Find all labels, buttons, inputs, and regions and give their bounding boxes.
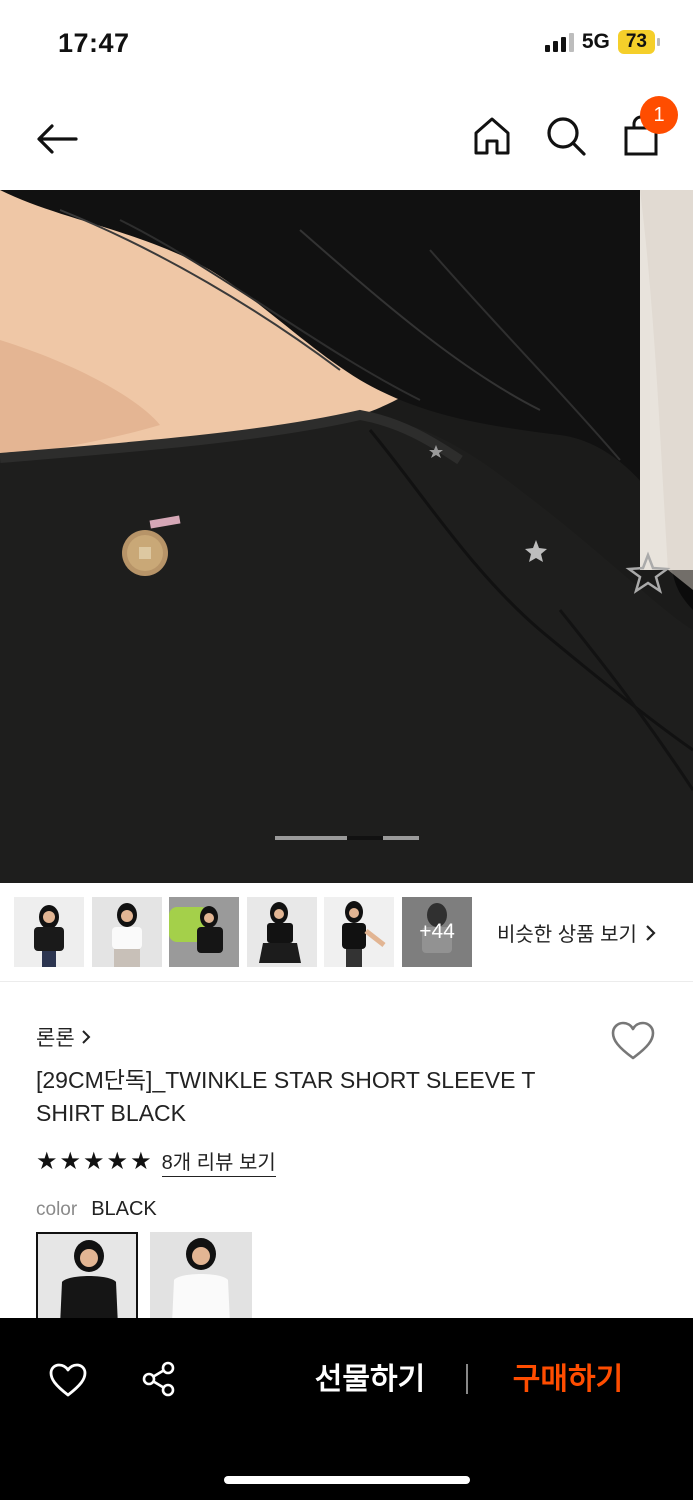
brand-name: 론론 bbox=[36, 1027, 75, 1050]
thumbnail[interactable] bbox=[247, 897, 317, 967]
thumbnail[interactable] bbox=[14, 897, 84, 967]
rating-stars: ★ ★ ★ ★ ★ bbox=[36, 1148, 152, 1176]
share-icon bbox=[142, 1361, 175, 1397]
color-swatch-black[interactable] bbox=[36, 1232, 138, 1324]
search-button[interactable] bbox=[544, 114, 588, 158]
star-icon: ★ bbox=[59, 1147, 82, 1175]
bottom-action-bar: 선물하기 구매하기 bbox=[0, 1318, 693, 1500]
product-title: [29CM단독]_TWINKLE STAR SHORT SLEEVE T SHI… bbox=[36, 1067, 536, 1126]
battery-indicator: 73 bbox=[617, 30, 661, 54]
signal-icon bbox=[544, 32, 574, 52]
thumbnail-more[interactable]: +44 bbox=[402, 897, 472, 967]
more-photos-count: +44 bbox=[402, 897, 472, 967]
gift-button[interactable]: 선물하기 bbox=[300, 1356, 440, 1404]
option-label: color bbox=[36, 1199, 78, 1220]
heart-icon bbox=[611, 1021, 655, 1060]
wishlist-bottom-button[interactable] bbox=[48, 1362, 88, 1398]
buy-button[interactable]: 구매하기 bbox=[498, 1356, 638, 1404]
review-link[interactable]: 8개 리뷰 보기 bbox=[161, 1146, 276, 1177]
star-icon: ★ bbox=[83, 1147, 105, 1175]
thumbnail[interactable] bbox=[324, 897, 394, 967]
option-value: BLACK bbox=[91, 1198, 157, 1220]
chevron-right-icon bbox=[646, 924, 656, 941]
search-icon bbox=[547, 117, 586, 156]
thumbnail-strip: +44 비슷한 상품 보기 bbox=[0, 884, 693, 982]
home-indicator bbox=[224, 1476, 470, 1484]
home-button[interactable] bbox=[470, 114, 514, 158]
divider bbox=[466, 1364, 468, 1394]
status-bar: 17:47 5G 73 bbox=[0, 0, 693, 90]
pager-dot-active bbox=[347, 836, 383, 840]
color-swatch-white[interactable] bbox=[150, 1232, 252, 1324]
star-icon: ★ bbox=[106, 1147, 129, 1175]
cart-count-badge: 1 bbox=[640, 96, 678, 134]
status-time: 17:47 bbox=[58, 28, 130, 58]
wishlist-button[interactable] bbox=[610, 1020, 656, 1062]
status-indicators: 5G 73 bbox=[544, 30, 661, 54]
nav-bar bbox=[0, 92, 693, 188]
thumbnail[interactable] bbox=[92, 897, 162, 967]
arrow-left-icon bbox=[37, 124, 78, 154]
pager-dot bbox=[383, 836, 419, 840]
back-button[interactable] bbox=[32, 114, 82, 164]
gallery-pager bbox=[275, 836, 419, 840]
product-photo bbox=[0, 190, 693, 883]
star-icon: ★ bbox=[36, 1147, 58, 1175]
similar-products-link[interactable]: 비슷한 상품 보기 bbox=[497, 918, 657, 947]
brand-link[interactable]: 론론 bbox=[36, 1022, 91, 1052]
star-icon: ★ bbox=[130, 1147, 152, 1175]
product-image-gallery[interactable] bbox=[0, 190, 693, 883]
heart-icon bbox=[49, 1363, 87, 1397]
similar-products-label: 비슷한 상품 보기 bbox=[497, 924, 637, 946]
share-button[interactable] bbox=[140, 1360, 178, 1398]
network-label: 5G bbox=[581, 30, 610, 53]
rating-row: ★ ★ ★ ★ ★ 8개 리뷰 보기 bbox=[36, 1146, 276, 1177]
pager-dot bbox=[275, 836, 347, 840]
color-option-row: color BLACK bbox=[36, 1198, 157, 1221]
home-icon bbox=[474, 117, 510, 155]
chevron-right-icon bbox=[81, 1030, 91, 1044]
thumbnail[interactable] bbox=[169, 897, 239, 967]
